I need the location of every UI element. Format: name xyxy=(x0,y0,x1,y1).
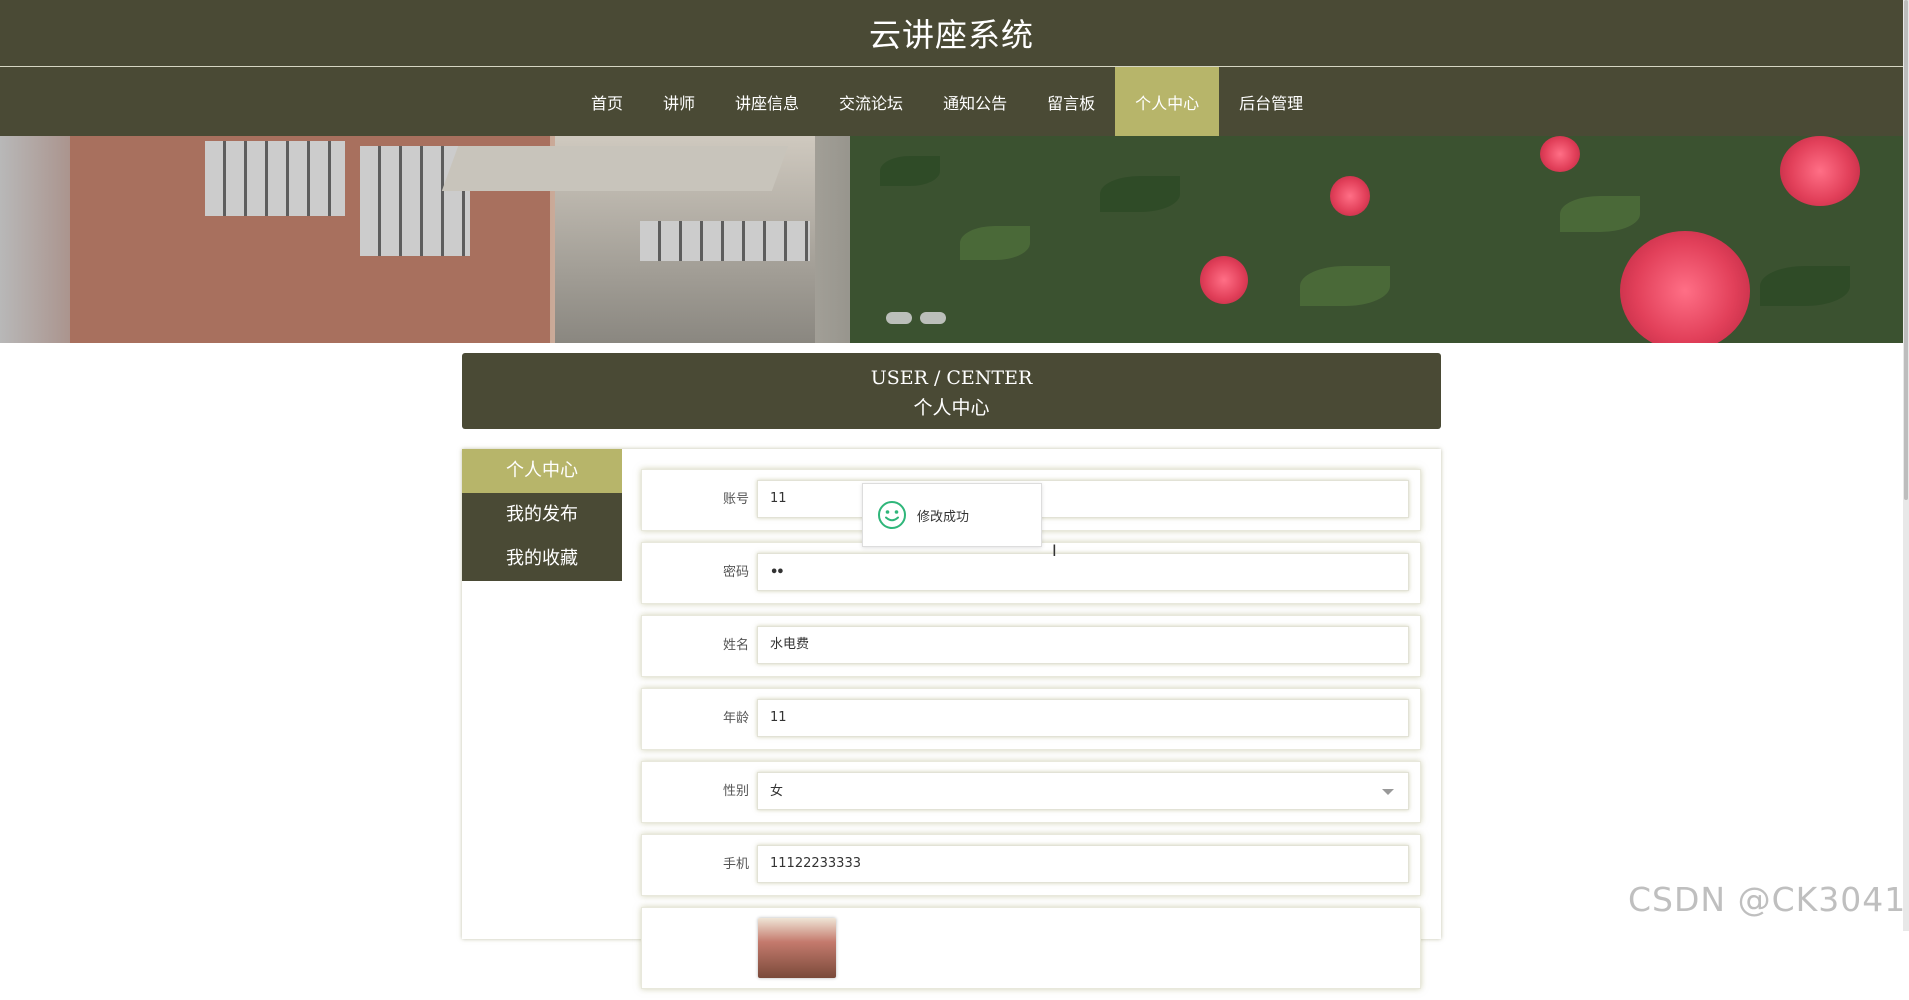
password-field[interactable]: •• xyxy=(757,553,1409,591)
leaf xyxy=(1300,266,1390,306)
phone-label: 手机 xyxy=(722,857,749,872)
gender-select[interactable]: 女 xyxy=(757,772,1409,810)
nav-item-lecture-info[interactable]: 讲座信息 xyxy=(715,67,819,136)
page-scrollbar[interactable] xyxy=(1903,0,1909,931)
phone-field[interactable] xyxy=(757,845,1409,883)
nav-item-user-center[interactable]: 个人中心 xyxy=(1115,67,1220,136)
section-title: USER / CENTER 个人中心 xyxy=(462,353,1441,429)
watermark: CSDN @CK3041 xyxy=(1628,880,1907,919)
flower xyxy=(1200,256,1248,304)
account-field[interactable] xyxy=(757,480,1409,518)
account-label: 账号 xyxy=(722,492,749,507)
scrollbar-thumb[interactable] xyxy=(1904,0,1908,500)
leaf xyxy=(960,226,1030,260)
avatar[interactable] xyxy=(758,918,836,978)
nav-item-notices[interactable]: 通知公告 xyxy=(923,67,1027,136)
smile-icon xyxy=(878,501,906,529)
sidebar-item-user-center[interactable]: 个人中心 xyxy=(462,449,622,493)
leaf xyxy=(1100,176,1180,212)
flower xyxy=(1540,136,1580,172)
age-label: 年龄 xyxy=(722,711,749,726)
carousel-dot-2[interactable] xyxy=(920,312,946,324)
gender-label: 性别 xyxy=(722,784,749,799)
chevron-down-icon xyxy=(1382,789,1394,795)
nav-item-forum[interactable]: 交流论坛 xyxy=(819,67,923,136)
leaf xyxy=(880,156,940,186)
banner-windows xyxy=(205,141,345,216)
banner-canopy xyxy=(441,146,789,191)
banner-windows xyxy=(640,221,810,261)
form-row-phone: 手机 xyxy=(641,834,1421,896)
leaf xyxy=(1560,196,1640,232)
nav-item-home[interactable]: 首页 xyxy=(571,67,643,136)
password-label: 密码 xyxy=(722,565,749,580)
sidebar-item-my-posts[interactable]: 我的发布 xyxy=(462,493,622,537)
text-cursor-icon: I xyxy=(1052,541,1057,560)
banner-carousel xyxy=(0,136,1903,343)
sidebar: 个人中心 我的发布 我的收藏 xyxy=(462,449,622,581)
main-nav: 首页 讲师 讲座信息 交流论坛 通知公告 留言板 个人中心 后台管理 xyxy=(0,67,1903,136)
site-title: 云讲座系统 xyxy=(868,16,1034,54)
flower xyxy=(1330,176,1370,216)
toast-message: 修改成功 xyxy=(917,509,970,525)
nav-item-admin[interactable]: 后台管理 xyxy=(1219,67,1323,136)
form-row-age: 年龄 xyxy=(641,688,1421,750)
form-row-password: 密码 •• xyxy=(641,542,1421,604)
site-header: 云讲座系统 xyxy=(0,0,1903,67)
gender-value: 女 xyxy=(770,784,784,799)
nav-item-lecturers[interactable]: 讲师 xyxy=(643,67,715,136)
name-field[interactable] xyxy=(757,626,1409,664)
nav-item-message-board[interactable]: 留言板 xyxy=(1027,67,1115,136)
form-row-gender: 性别 女 xyxy=(641,761,1421,823)
flower xyxy=(1780,136,1860,206)
section-title-en: USER / CENTER xyxy=(870,367,1033,389)
flower xyxy=(1620,231,1750,343)
name-label: 姓名 xyxy=(722,638,749,653)
carousel-dot-1[interactable] xyxy=(886,312,912,324)
profile-form: 账号 密码 •• 姓名 年龄 性别 女 手机 xyxy=(641,469,1421,1000)
section-title-cn: 个人中心 xyxy=(913,397,990,419)
carousel-dots xyxy=(886,312,946,324)
form-row-avatar xyxy=(641,907,1421,989)
success-toast: 修改成功 xyxy=(862,483,1042,547)
form-row-name: 姓名 xyxy=(641,615,1421,677)
sidebar-item-my-favorites[interactable]: 我的收藏 xyxy=(462,537,622,581)
age-field[interactable] xyxy=(757,699,1409,737)
leaf xyxy=(1760,266,1850,306)
